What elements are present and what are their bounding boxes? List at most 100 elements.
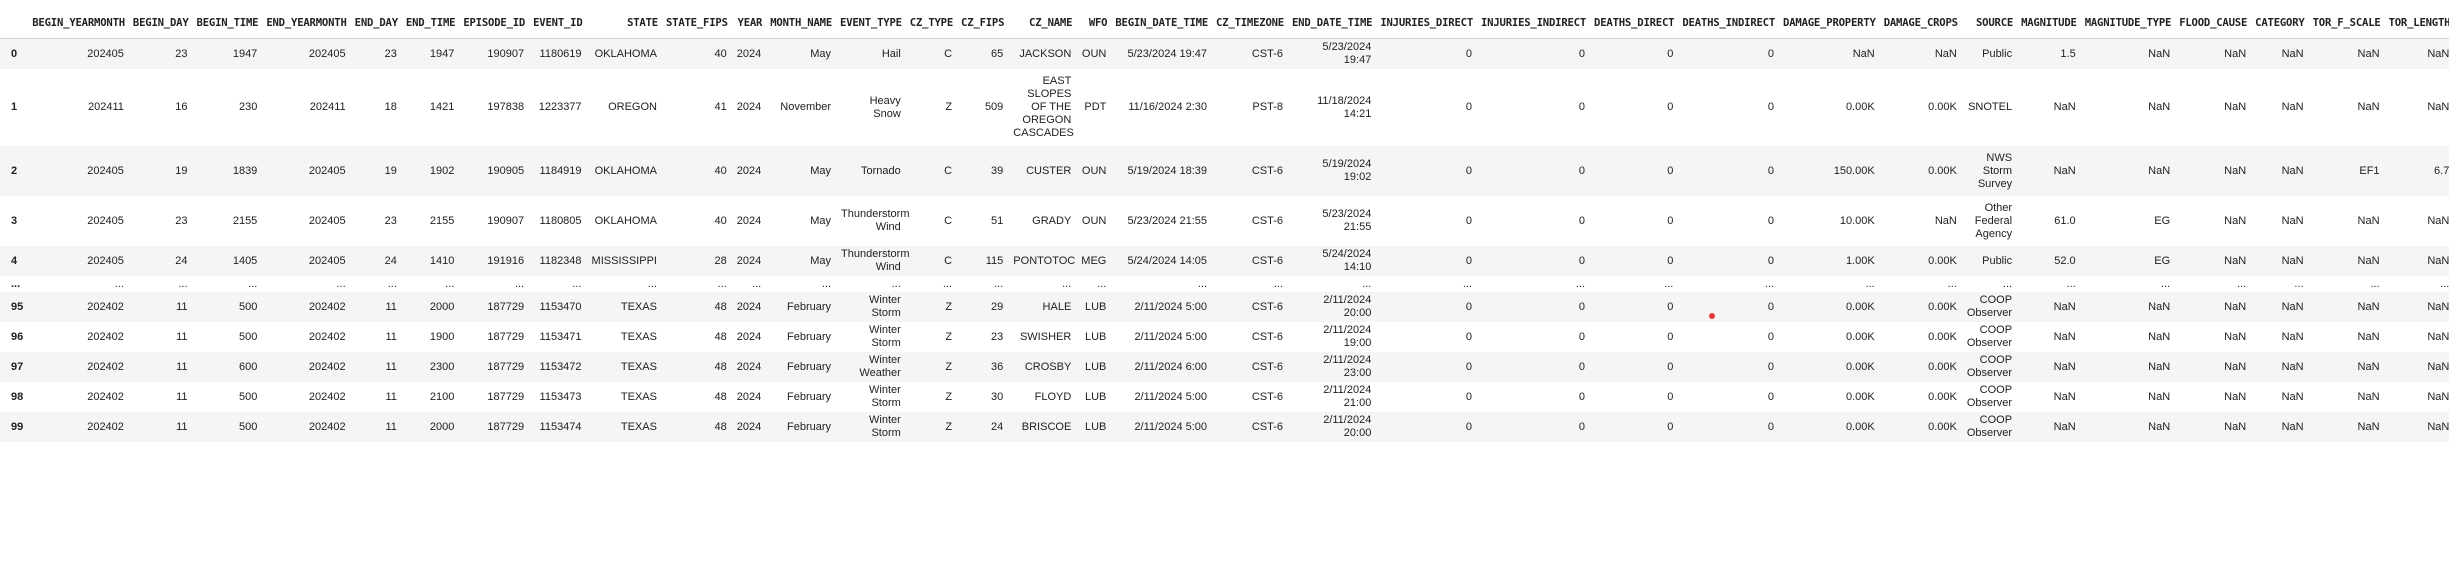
column-header: SOURCE [1961,8,2018,39]
table-row: 98 202402 11 500 202402 11 2100 187729 1153473 TE… [0,382,2449,412]
table-cell: 1.5 [2017,38,2081,69]
table-cell: ... [661,276,732,292]
table-cell: 48 [661,382,732,412]
row-index: 97 [0,352,29,382]
table-cell: 48 [661,322,732,352]
table-cell: NaN [2251,292,2309,322]
table-cell: NaN [2080,292,2176,322]
table-cell: 1184919 [529,146,587,196]
table-cell: 11 [350,292,402,322]
table-cell: 202402 [262,352,351,382]
table-cell: NaN [2080,38,2176,69]
table-cell: 191916 [459,246,530,276]
table-cell: 11 [128,382,193,412]
table-cell: OUN [1076,146,1112,196]
table-cell: 5/24/2024 14:10 [1288,246,1377,276]
table-cell: NaN [1879,196,1962,246]
table-cell: NaN [2384,352,2449,382]
table-cell: PONTOTOC [1008,246,1077,276]
table-cell: 41 [661,69,732,146]
table-cell: COOP Observer [1961,382,2018,412]
table-cell: CST-6 [1212,352,1288,382]
table-cell: 0 [1590,322,1679,352]
table-cell: NaN [2251,412,2309,442]
column-header: END_DAY [350,8,402,39]
table-cell: 2/11/2024 5:00 [1111,412,1213,442]
table-cell: November [766,69,837,146]
table-cell: 202405 [262,146,351,196]
table-cell: 1947 [192,38,263,69]
table-cell: 24 [128,246,193,276]
table-cell: OKLAHOMA [586,146,662,196]
table-cell: 2000 [401,292,460,322]
table-cell: Thunderstorm Wind [836,246,910,276]
table-cell: Z [905,382,958,412]
table-cell: 2/11/2024 5:00 [1111,292,1213,322]
table-cell: Z [905,292,958,322]
table-cell: 11 [350,352,402,382]
table-cell: C [905,38,958,69]
column-header: WFO [1076,8,1112,39]
table-cell: CST-6 [1212,292,1288,322]
table-cell: 0 [1477,146,1591,196]
table-cell: NaN [2175,146,2252,196]
table-cell: NaN [2251,146,2309,196]
table-cell: TEXAS [586,412,662,442]
table-cell: ... [957,276,1009,292]
table-cell: ... [1879,276,1962,292]
table-cell: NaN [2175,382,2252,412]
table-cell: 0 [1678,38,1780,69]
table-cell: NaN [1779,38,1880,69]
table-cell: LUB [1076,292,1112,322]
table-cell: Public [1961,38,2018,69]
table-cell: GRADY [1008,196,1077,246]
table-cell: OUN [1076,196,1112,246]
table-cell: 5/23/2024 19:47 [1288,38,1377,69]
table-cell: 11 [350,412,402,442]
table-cell: 202402 [262,382,351,412]
table-cell: 0 [1678,412,1780,442]
table-cell: 0 [1678,246,1780,276]
table-cell: NaN [2384,322,2449,352]
table-cell: 0 [1477,352,1591,382]
table-cell: 2024 [731,412,767,442]
table-cell: COOP Observer [1961,412,2018,442]
table-cell: 1153471 [529,322,587,352]
table-cell: CST-6 [1212,196,1288,246]
table-cell: 0 [1678,352,1780,382]
table-cell: 0 [1376,322,1477,352]
table-cell: 1410 [401,246,460,276]
table-cell: 40 [661,196,732,246]
table-cell: February [766,352,837,382]
table-cell: NaN [2017,322,2081,352]
table-cell: 0 [1678,292,1780,322]
column-header: STATE_FIPS [661,8,732,39]
table-cell: 2024 [731,146,767,196]
table-cell: 509 [957,69,1009,146]
column-header: DEATHS_INDIRECT [1678,8,1780,39]
table-cell: NaN [2251,382,2309,412]
table-cell: NWS Storm Survey [1961,146,2018,196]
table-cell: February [766,382,837,412]
table-cell: 0 [1590,69,1679,146]
table-cell: 0 [1678,382,1780,412]
table-cell: NaN [2384,246,2449,276]
dataframe-output: BEGIN_YEARMONTH BEGIN_DAY BEGIN_TIME END_YE… [0,0,2449,583]
table-cell: 600 [192,352,263,382]
table-cell: NaN [2017,292,2081,322]
table-cell: NaN [2308,322,2385,352]
table-cell: 2024 [731,69,767,146]
column-header: END_TIME [401,8,460,39]
table-cell: ... [192,276,263,292]
table-cell: May [766,146,837,196]
table-cell: Other Federal Agency [1961,196,2018,246]
table-cell: CST-6 [1212,246,1288,276]
table-cell: NaN [2017,69,2081,146]
table-cell: NaN [2017,382,2081,412]
table-cell: ... [2251,276,2309,292]
table-cell: 0 [1590,382,1679,412]
table-cell: 2155 [401,196,460,246]
table-cell: 0.00K [1779,352,1880,382]
table-cell: 202402 [28,292,129,322]
table-cell: EF1 [2308,146,2385,196]
